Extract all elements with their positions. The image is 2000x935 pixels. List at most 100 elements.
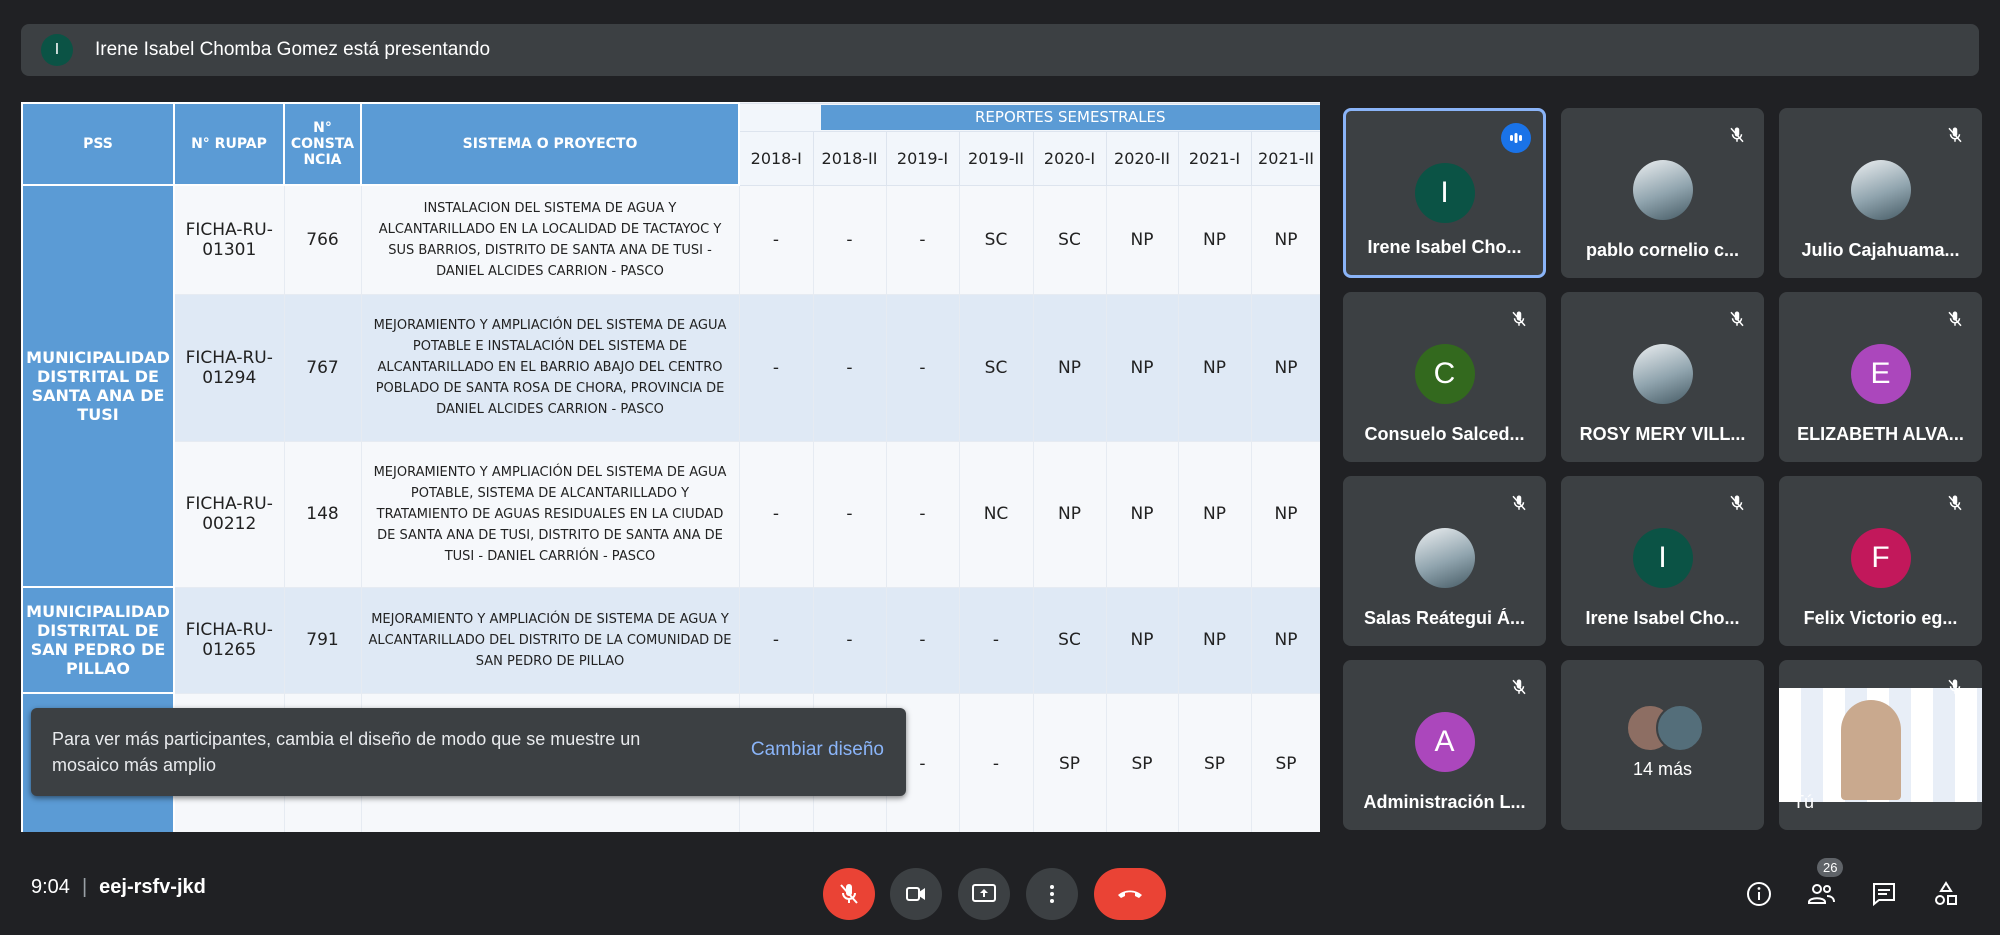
status-cell: SC <box>958 184 1034 295</box>
status-cell: NP <box>1177 293 1252 442</box>
mic-off-icon <box>1512 311 1526 327</box>
participant-avatar: E <box>1850 344 1911 404</box>
presenter-avatar: I <box>41 34 73 66</box>
table-row: MUNICIPALIDAD DISTRITAL DE SANTA ANA DE … <box>21 184 1320 588</box>
status-cell: SP <box>1105 692 1179 832</box>
info-icon <box>1747 882 1771 906</box>
participant-avatar: I <box>1414 163 1475 223</box>
status-cell: - <box>812 586 887 694</box>
status-cell: NC <box>958 440 1034 588</box>
mic-status <box>1940 120 1970 150</box>
participant-count-badge: 26 <box>1817 858 1844 877</box>
status-cell: - <box>738 184 814 295</box>
status-cell: NP <box>1105 184 1179 295</box>
pss-cell: MUNICIPALIDAD DISTRITAL DE SAN PEDRO DE … <box>21 586 175 694</box>
presenting-banner: I Irene Isabel Chomba Gomez está present… <box>21 24 1979 76</box>
status-cell: NP <box>1250 184 1320 295</box>
chat-button[interactable] <box>1864 874 1904 914</box>
status-cell: SC <box>1032 184 1107 295</box>
status-cell: NP <box>1250 293 1320 442</box>
presenting-text: Irene Isabel Chomba Gomez está presentan… <box>95 39 491 60</box>
mic-off-icon <box>1512 679 1526 695</box>
header-pss: PSS <box>21 102 175 186</box>
header-sistema: SISTEMA O PROYECTO <box>360 102 740 186</box>
status-cell: SP <box>1177 692 1252 832</box>
self-video <box>1779 688 1982 802</box>
table-row: FICHA-RU-00212 148 MEJORAMIENTO Y AMPLIACI… <box>22 440 1320 588</box>
people-icon <box>1808 884 1835 904</box>
semester-header: 2019-II <box>958 130 1034 186</box>
participant-photo <box>1414 528 1475 588</box>
mic-off-icon <box>1948 495 1962 511</box>
mic-toggle-button[interactable] <box>823 868 875 920</box>
table-row: MUNICIPALIDAD DISTRITAL DE SAN PEDRO DE … <box>21 586 1320 694</box>
mic-off-icon <box>1512 495 1526 511</box>
participant-avatar: C <box>1414 344 1475 404</box>
ficha-cell: FICHA-RU-01265 <box>173 586 285 694</box>
mic-off-icon <box>1948 127 1962 143</box>
change-layout-button[interactable]: Cambiar diseño <box>751 739 884 761</box>
participant-name: Irene Isabel Cho... <box>1367 237 1522 257</box>
participant-tile[interactable]: Salas Reátegui Á... <box>1343 476 1546 646</box>
participant-avatar: A <box>1414 712 1475 772</box>
more-options-button[interactable] <box>1026 868 1078 920</box>
more-vert-icon <box>1050 885 1054 903</box>
mic-off-icon <box>1730 495 1744 511</box>
speaking-icon <box>1510 133 1522 143</box>
participant-tile[interactable]: Julio Cajahuama... <box>1779 108 1982 278</box>
header-reportes: REPORTES SEMESTRALES <box>738 102 1320 131</box>
chat-icon <box>1873 883 1895 907</box>
status-cell: - <box>885 184 960 295</box>
participant-tile[interactable]: pablo cornelio c... <box>1561 108 1764 278</box>
participant-tile[interactable]: F Felix Victorio eg... <box>1779 476 1982 646</box>
participant-photo <box>1850 160 1911 220</box>
participant-tile[interactable]: C Consuelo Salced... <box>1343 292 1546 462</box>
activities-button[interactable] <box>1926 874 1966 914</box>
participant-name: Felix Victorio eg... <box>1803 608 1958 628</box>
mic-off-icon <box>1730 311 1744 327</box>
ficha-cell: FICHA-RU-01301 <box>173 184 285 295</box>
pss-cell: MUNICIPALIDAD DISTRITAL DE SANTA ANA DE … <box>21 184 175 588</box>
constancia-cell: 148 <box>283 440 362 588</box>
leave-call-button[interactable] <box>1094 868 1166 920</box>
camera-toggle-button[interactable] <box>890 868 942 920</box>
status-cell: - <box>738 293 814 442</box>
participant-photo <box>1632 160 1693 220</box>
activities-icon <box>1935 881 1957 905</box>
participant-tile[interactable]: A Administración L... <box>1343 660 1546 830</box>
mic-status <box>1940 672 1970 702</box>
meeting-time: 9:04 <box>31 876 70 898</box>
semester-header: 2018-I <box>738 130 814 186</box>
status-cell: NP <box>1105 293 1179 442</box>
status-cell: NP <box>1250 586 1320 694</box>
status-cell: - <box>738 586 814 694</box>
participant-name: Julio Cajahuama... <box>1801 240 1960 260</box>
status-cell: SC <box>1032 586 1107 694</box>
participant-tile[interactable]: I Irene Isabel Cho... <box>1561 476 1764 646</box>
meeting-details[interactable]: 9:04 | eej-rsfv-jkd <box>31 876 206 899</box>
status-cell: - <box>812 293 887 442</box>
project-cell: MEJORAMIENTO Y AMPLIACIÓN DE SISTEMA DE … <box>360 586 740 694</box>
participant-tile[interactable]: I Irene Isabel Cho... <box>1343 108 1546 278</box>
semester-header: 2019-I <box>885 130 960 186</box>
mic-status <box>1504 672 1534 702</box>
status-cell: - <box>738 440 814 588</box>
participants-button[interactable]: 26 <box>1801 858 1844 914</box>
call-end-icon <box>1118 890 1142 898</box>
participant-tile[interactable]: E ELIZABETH ALVA... <box>1779 292 1982 462</box>
participant-tile[interactable]: 14 más <box>1561 660 1764 830</box>
camera-icon <box>906 887 925 901</box>
mic-status <box>1940 488 1970 518</box>
mic-status <box>1722 304 1752 334</box>
participant-name: ELIZABETH ALVA... <box>1797 424 1964 444</box>
participant-tile[interactable]: ROSY MERY VILL... <box>1561 292 1764 462</box>
present-screen-button[interactable] <box>958 868 1010 920</box>
meeting-info-button[interactable] <box>1739 874 1779 914</box>
participant-tile[interactable]: Tú <box>1779 660 1982 830</box>
more-participants-label: 14 más <box>1632 759 1693 779</box>
table-row: FICHA-RU-01294 767 MEJORAMIENTO Y AMPLIACI… <box>22 293 1320 442</box>
mic-status <box>1504 488 1534 518</box>
status-cell: - <box>958 692 1034 832</box>
more-avatars <box>1626 704 1704 752</box>
header-rupap: N° RUPAP <box>173 102 285 186</box>
